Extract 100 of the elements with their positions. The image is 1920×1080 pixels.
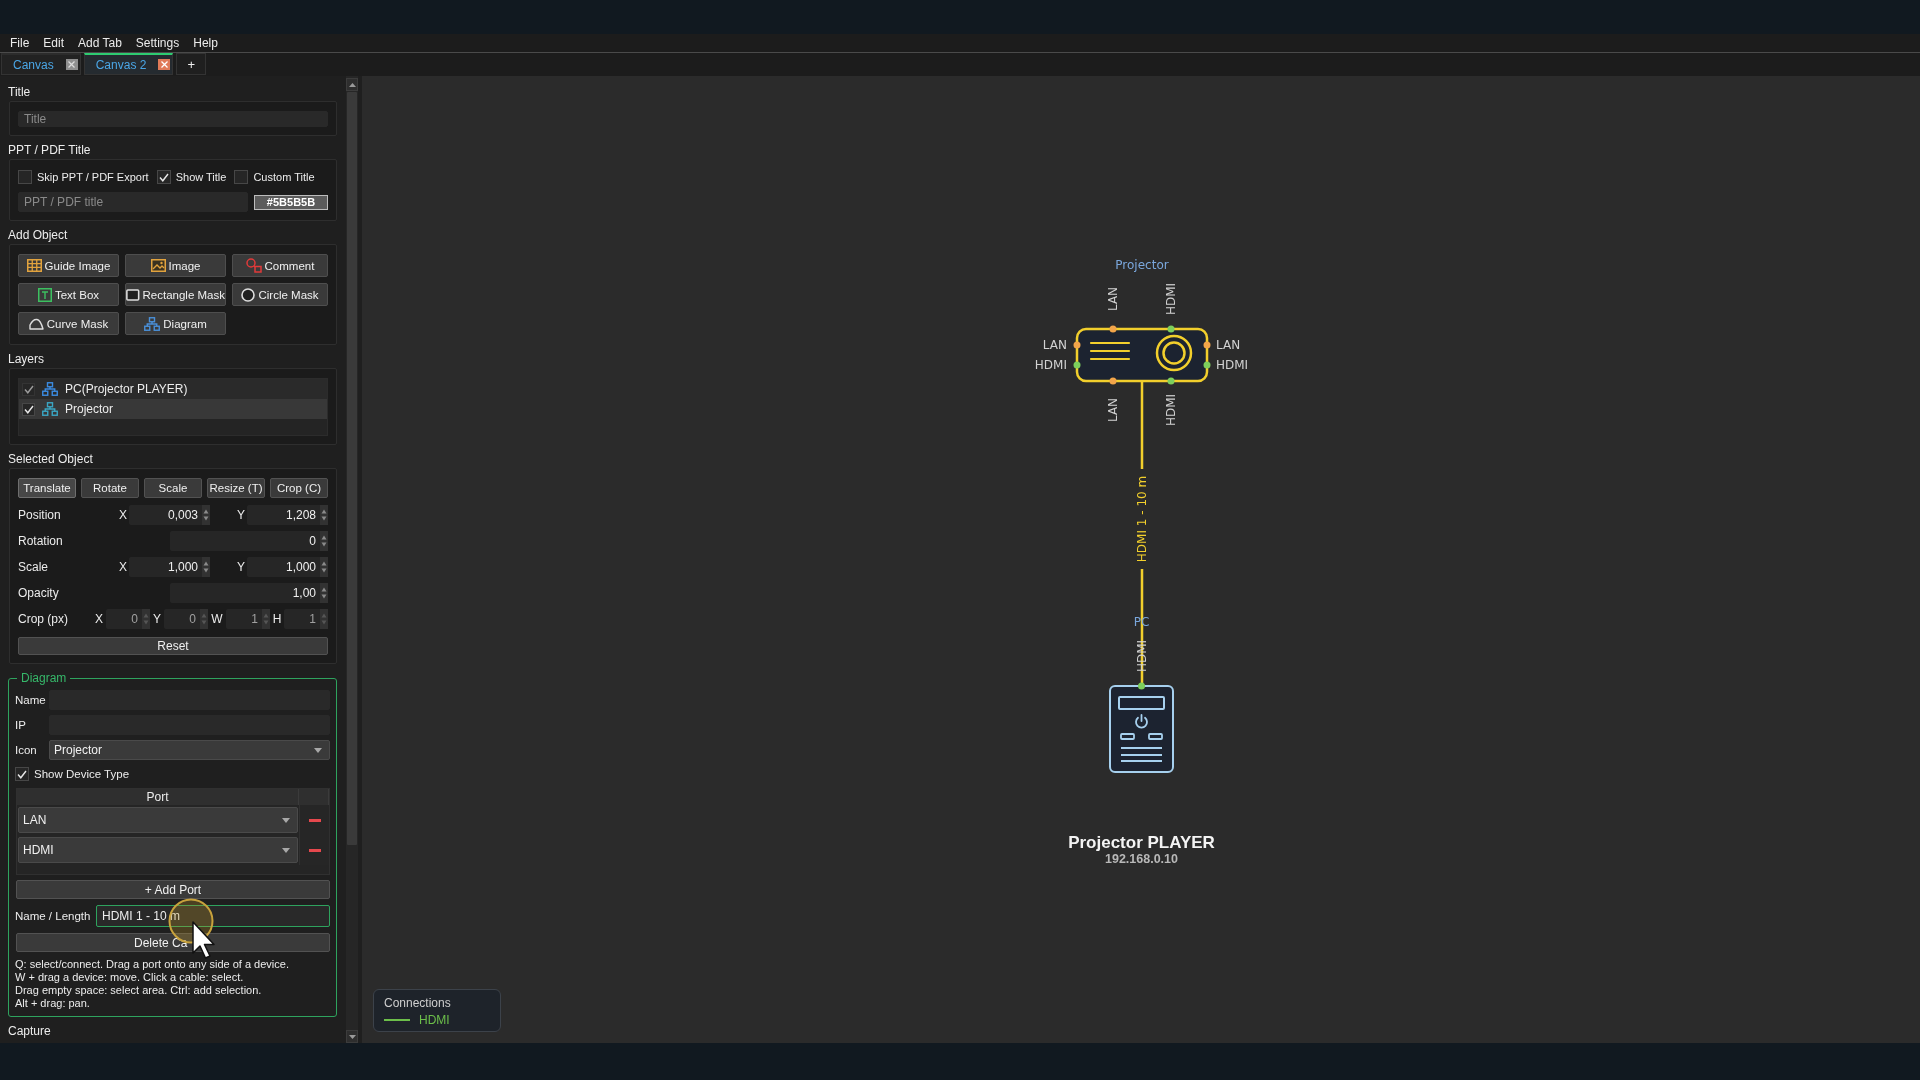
spinner-arrows-icon[interactable] xyxy=(202,505,210,525)
number-field[interactable]: 1,000 xyxy=(247,557,320,577)
add-object-button[interactable]: Diagram xyxy=(125,312,226,335)
close-tab-button[interactable] xyxy=(65,59,78,70)
grid-icon xyxy=(26,259,42,272)
add-object-button[interactable]: Curve Mask xyxy=(18,312,119,335)
section-heading: Layers xyxy=(8,352,45,366)
add-object-button[interactable]: Image xyxy=(125,254,226,277)
port-label: LAN xyxy=(1042,338,1067,352)
number-field[interactable]: 0,003 xyxy=(129,505,202,525)
number-field[interactable]: 0 xyxy=(170,531,320,551)
canvas-tab[interactable]: Canvas 2 xyxy=(83,53,174,75)
axis-label: Y xyxy=(153,612,161,626)
checkmark-icon xyxy=(23,384,34,394)
close-icon xyxy=(160,61,168,68)
caret-up-icon xyxy=(348,82,356,87)
mode-button[interactable]: Resize (T) xyxy=(207,478,265,498)
section-heading: Add Object xyxy=(8,228,68,242)
menu-item[interactable]: Edit xyxy=(36,34,72,52)
add-object-button[interactable]: Text Box xyxy=(18,283,119,306)
legend-title: Connections xyxy=(384,996,451,1010)
dropdown[interactable]: Projector xyxy=(49,740,330,760)
color-swatch-button[interactable]: #5B5B5B xyxy=(254,194,328,210)
checkbox[interactable] xyxy=(156,170,171,184)
checkbox[interactable] xyxy=(15,767,29,781)
axis-label: H xyxy=(272,612,282,626)
axis-label: X xyxy=(119,560,128,574)
spinner-arrows-icon[interactable] xyxy=(320,583,328,603)
mode-button[interactable]: Crop (C) xyxy=(270,478,328,498)
close-tab-button[interactable] xyxy=(158,59,171,70)
form-label: Name / Length xyxy=(15,910,92,922)
reset-button[interactable]: Reset xyxy=(18,637,328,655)
text-field[interactable]: HDMI 1 - 10 m xyxy=(96,905,330,927)
form-label: IP xyxy=(15,719,27,731)
add-object-button[interactable]: Rectangle Mask xyxy=(125,283,226,306)
section-heading: Capture xyxy=(8,1024,51,1038)
menu-item[interactable]: Help xyxy=(186,34,225,52)
port-type-dropdown[interactable]: LAN xyxy=(18,807,298,833)
form-label: Name xyxy=(15,694,47,706)
shortcut-hint: Alt + drag: pan. xyxy=(15,997,90,1010)
checkbox[interactable] xyxy=(22,382,35,396)
shortcut-hint: Q: select/connect. Drag a port onto any side of a device. xyxy=(15,958,289,971)
axis-label: W xyxy=(211,612,223,626)
menu-item[interactable]: Settings xyxy=(128,34,187,52)
close-icon xyxy=(68,61,76,68)
checkbox[interactable] xyxy=(18,170,32,184)
layer-item[interactable]: Projector xyxy=(19,399,327,419)
form-label: Icon xyxy=(15,744,38,756)
checkmark-icon xyxy=(23,404,34,414)
scroll-up-button[interactable] xyxy=(346,78,358,91)
axis-label: Y xyxy=(237,560,246,574)
checkbox[interactable] xyxy=(234,170,249,184)
spinner-arrows-icon[interactable] xyxy=(320,505,328,525)
dropdown-caret-icon xyxy=(314,747,322,753)
add-object-button[interactable]: Guide Image xyxy=(18,254,119,277)
port-label: HDMI xyxy=(1034,358,1067,372)
checkbox[interactable] xyxy=(22,402,35,416)
number-field[interactable]: 1,000 xyxy=(129,557,202,577)
port-type-dropdown[interactable]: HDMI xyxy=(18,837,298,863)
port-label: LAN xyxy=(1216,338,1241,352)
minus-icon xyxy=(308,848,321,852)
scroll-down-button[interactable] xyxy=(346,1030,358,1043)
mode-button[interactable]: Translate xyxy=(18,478,76,498)
add-object-button[interactable]: Circle Mask xyxy=(232,283,328,306)
spinner-arrows-icon[interactable] xyxy=(202,557,210,577)
curve-shape-icon xyxy=(28,317,44,330)
add-port-button[interactable]: + Add Port xyxy=(16,880,330,899)
caret-down-icon xyxy=(348,1034,356,1039)
spinner-arrows-icon[interactable] xyxy=(320,557,328,577)
add-tab-button[interactable]: + xyxy=(176,53,207,75)
add-object-button[interactable]: Comment xyxy=(232,254,328,277)
axis-label: Y xyxy=(237,508,246,522)
checkbox-label: Custom Title xyxy=(253,171,315,183)
scrollbar-thumb[interactable] xyxy=(347,92,357,845)
menu-item[interactable]: File xyxy=(3,34,37,52)
canvas-tab[interactable]: Canvas xyxy=(1,53,81,75)
rectangle-icon xyxy=(126,288,140,301)
cable-label: HDMI 1 - 10 m xyxy=(1135,475,1149,563)
property-label: Opacity xyxy=(18,586,59,600)
mode-button[interactable]: Rotate xyxy=(81,478,139,498)
spinner-arrows-icon[interactable] xyxy=(320,531,328,551)
mode-button[interactable]: Scale xyxy=(144,478,202,498)
property-label: Position xyxy=(18,508,61,522)
number-field[interactable]: 1,00 xyxy=(170,583,320,603)
axis-label: X xyxy=(119,508,128,522)
text-field[interactable]: PPT / PDF title xyxy=(18,192,248,212)
number-field[interactable]: 1,208 xyxy=(247,505,320,525)
port-label: HDMI xyxy=(1164,393,1178,427)
dropdown-caret-icon xyxy=(282,847,290,853)
layer-item[interactable]: PC(Projector PLAYER) xyxy=(19,379,327,399)
menu-item[interactable]: Add Tab xyxy=(71,34,129,52)
hierarchy-icon xyxy=(42,382,58,396)
port-label: HDMI xyxy=(1216,358,1249,372)
minus-icon xyxy=(308,818,321,822)
text-field[interactable]: Title xyxy=(18,111,328,127)
port-label: LAN xyxy=(1106,286,1120,312)
dropdown-caret-icon xyxy=(282,817,290,823)
checkmark-icon xyxy=(158,172,169,182)
axis-label: X xyxy=(95,612,103,626)
picture-icon xyxy=(150,259,166,272)
